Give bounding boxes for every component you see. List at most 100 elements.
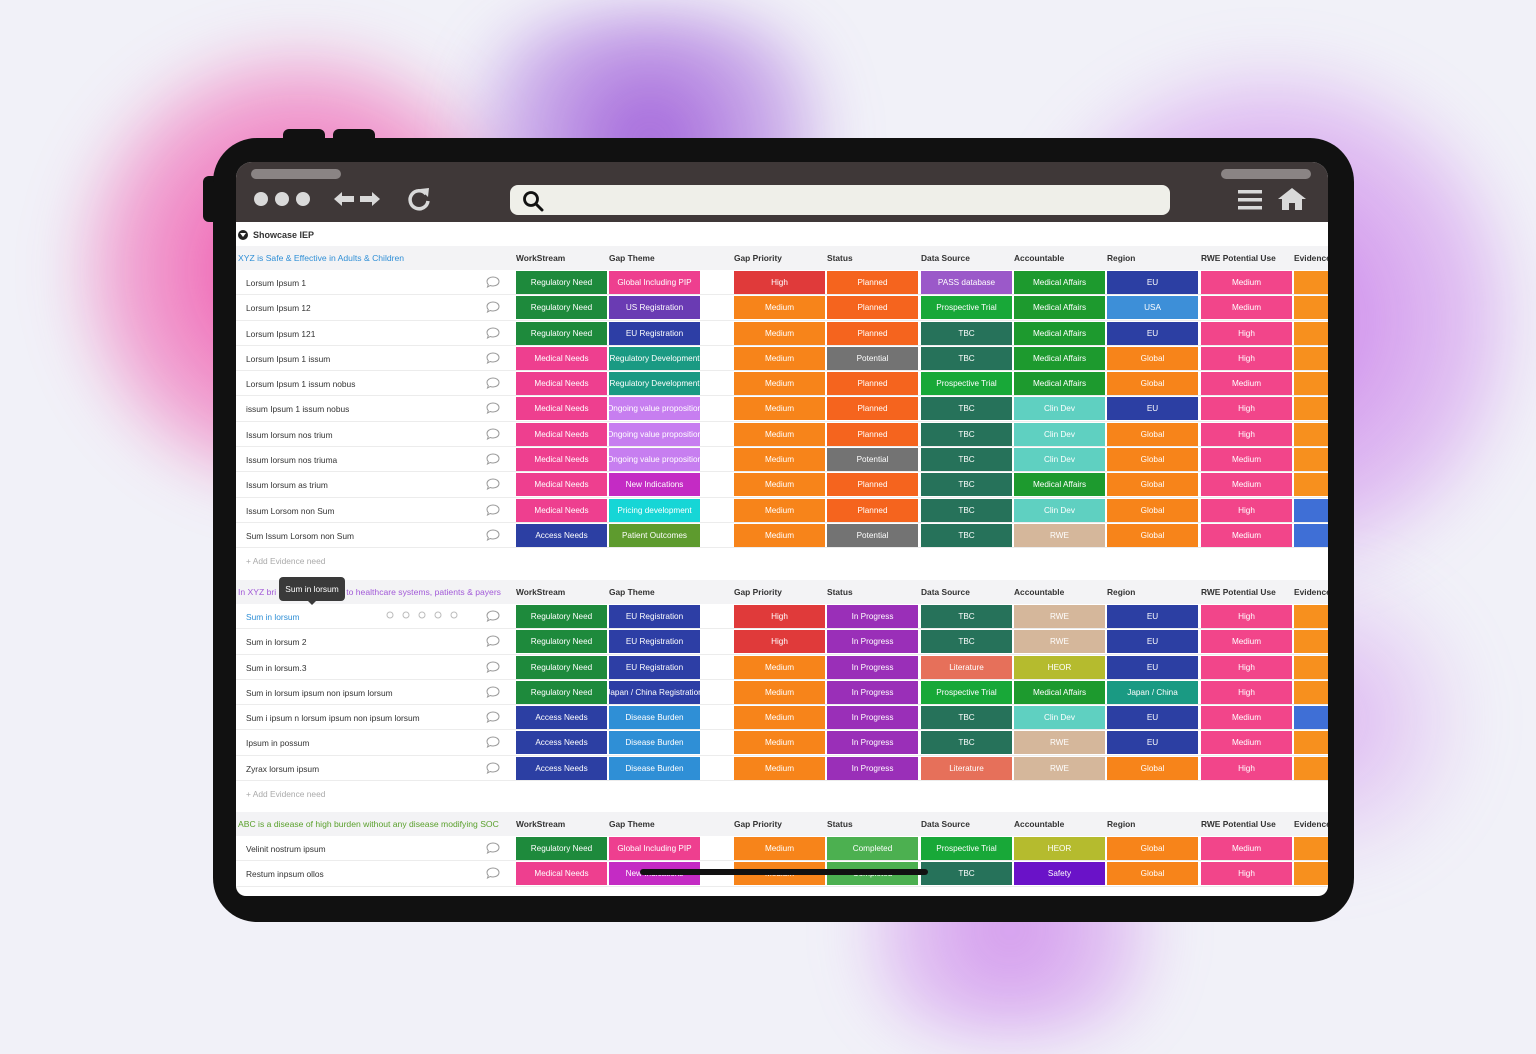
status-cell[interactable]: Regulatory Need [516,680,607,704]
status-cell[interactable]: High [1201,397,1292,421]
column-header[interactable]: Status [827,587,853,597]
status-cell[interactable]: Global [1107,473,1198,497]
square-icon[interactable] [418,611,426,619]
status-cell[interactable]: Medical Affairs [1014,346,1105,370]
row-title[interactable]: Issum lorsum nos trium [246,430,333,440]
status-cell[interactable]: Medium [734,731,825,755]
column-header[interactable]: Region [1107,253,1135,263]
status-cell[interactable]: EU Registration [609,655,700,679]
status-cell[interactable]: Disease Burden [609,706,700,730]
status-cell[interactable]: Pricing development [609,498,700,522]
status-cell[interactable]: TBC [921,605,1012,628]
status-cell[interactable]: Gand [1294,523,1328,547]
status-cell[interactable]: Medium [734,321,825,345]
row-title[interactable]: Lorsum Ipsum 12 [246,303,311,313]
column-header[interactable]: Evidence [1294,819,1328,829]
status-cell[interactable]: Regulatory Need [516,655,607,679]
refresh-icon[interactable] [406,185,432,213]
workspace-header[interactable]: Showcase IEP [238,227,314,243]
hamburger-menu-icon[interactable] [1238,189,1262,211]
status-cell[interactable]: Patient Outcomes [609,523,700,547]
status-cell[interactable]: Access Needs [516,731,607,755]
table-row[interactable]: Sum i ipsum n lorsum ipsum non ipsum lor… [236,705,1328,731]
status-cell[interactable]: Medical Needs [516,498,607,522]
status-cell[interactable]: Global [1107,448,1198,472]
status-cell[interactable]: Planned [827,422,918,446]
status-cell[interactable]: E [1294,837,1328,860]
row-title[interactable]: Sum in lorsum.3 [246,663,307,673]
status-cell[interactable]: Regulatory Need [516,630,607,654]
status-cell[interactable]: Jan [1294,473,1328,497]
row-title[interactable]: Velinit nostrum ipsum [246,844,326,854]
status-cell[interactable]: Ongoing value proposition [609,448,700,472]
row-title[interactable]: Lorsum Ipsum 1 [246,278,306,288]
column-header[interactable]: Region [1107,819,1135,829]
status-cell[interactable]: Medical Needs [516,397,607,421]
column-header[interactable]: Gap Theme [609,253,655,263]
status-cell[interactable]: E [1294,346,1328,370]
column-header[interactable]: WorkStream [516,587,565,597]
row-title[interactable]: Lorsum Ipsum 1 issum [246,354,330,364]
status-cell[interactable]: High [734,271,825,294]
circle-icon[interactable] [402,611,410,619]
column-header[interactable]: WorkStream [516,819,565,829]
status-cell[interactable]: Global Including PIP [609,271,700,294]
row-title[interactable]: Sum in lorsum 2 [246,637,307,647]
status-cell[interactable]: Medium [734,706,825,730]
home-icon[interactable] [1277,187,1307,211]
status-cell[interactable]: In Progress [827,655,918,679]
comment-icon[interactable] [486,686,500,698]
table-row[interactable]: Sum in lorsum.3 Regulatory Need EU Registr… [236,654,1328,680]
table-row[interactable]: Lorsum Ipsum 121 Regulatory Need EU Regist… [236,320,1328,346]
table-row[interactable]: Ipsum in possum Access Needs Disease Burde… [236,730,1328,756]
row-title[interactable]: Restum inpsum ollos [246,869,324,879]
status-cell[interactable]: Global [1107,422,1198,446]
comment-icon[interactable] [486,453,500,466]
column-header[interactable]: Accountable [1014,253,1064,263]
status-cell[interactable]: New Indications [609,473,700,497]
status-cell[interactable]: Japan / China Registration [609,680,700,704]
status-cell[interactable]: Gand [1294,706,1328,730]
status-cell[interactable]: Medium [1201,372,1292,396]
status-cell[interactable]: Clin Dev [1014,422,1105,446]
comment-icon[interactable] [486,504,500,516]
status-cell[interactable]: Regulatory Development [609,372,700,396]
status-cell[interactable]: TBC [921,498,1012,522]
status-cell[interactable]: Gand [1294,498,1328,522]
status-cell[interactable]: Potential [827,448,918,472]
comment-icon[interactable] [486,610,500,622]
column-header[interactable]: Evidence [1294,253,1328,263]
status-cell[interactable]: EU [1107,397,1198,421]
row-title[interactable]: Sum in lorsum ipsum non ipsum lorsum [246,688,393,698]
status-cell[interactable]: High [1201,680,1292,704]
status-cell[interactable]: Medium [734,346,825,370]
status-cell[interactable]: High [1201,756,1292,780]
status-cell[interactable]: TBC [921,630,1012,654]
status-cell[interactable]: In Progress [827,731,918,755]
status-cell[interactable]: Prospective Trial [921,372,1012,396]
comment-icon[interactable] [486,377,500,390]
table-row[interactable]: Issum lorsum nos triuma Medical Needs Ongo… [236,447,1328,473]
status-cell[interactable]: E [1294,605,1328,628]
status-cell[interactable]: EU [1107,731,1198,755]
status-cell[interactable]: Safety [1014,862,1105,886]
status-cell[interactable]: Medium [734,422,825,446]
status-cell[interactable]: EU [1107,706,1198,730]
comment-icon[interactable] [486,711,500,724]
status-cell[interactable]: E [1294,731,1328,755]
status-cell[interactable]: TBC [921,523,1012,547]
status-cell[interactable]: Global [1107,523,1198,547]
status-cell[interactable]: EU Registration [609,630,700,654]
table-row[interactable]: Issum lorsum as trium Medical Needs New In… [236,472,1328,498]
column-header[interactable]: Data Source [921,587,970,597]
column-header[interactable]: WorkStream [516,253,565,263]
status-cell[interactable]: Medium [734,473,825,497]
table-row[interactable]: Issum lorsum nos trium Medical Needs Ongoi… [236,421,1328,448]
status-cell[interactable]: High [1201,862,1292,886]
status-cell[interactable]: Medium [734,372,825,396]
status-cell[interactable]: EU Registration [609,321,700,345]
status-cell[interactable]: Global [1107,498,1198,522]
status-cell[interactable]: Literature [921,756,1012,780]
row-title[interactable]: Issum Lorsom non Sum [246,506,334,516]
status-cell[interactable]: Clin Dev [1014,397,1105,421]
